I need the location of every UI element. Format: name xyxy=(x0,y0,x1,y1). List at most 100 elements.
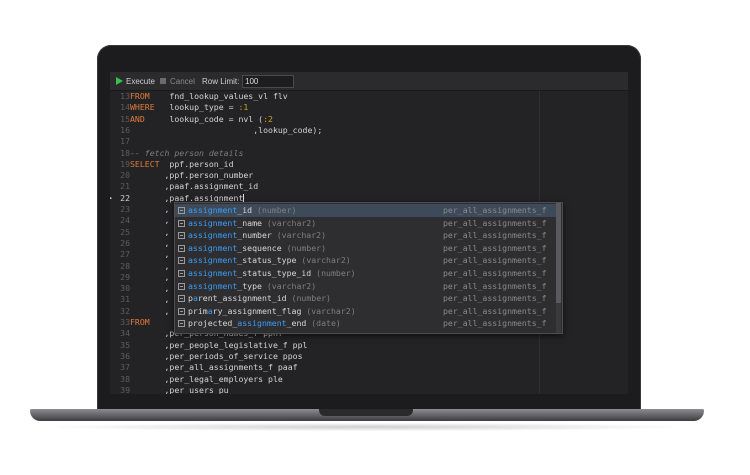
autocomplete-item-table: per_all_assignments_f xyxy=(443,293,547,304)
autocomplete-item[interactable]: assignment_id (number) per_all_assignment… xyxy=(175,204,556,217)
code-text: WHERE lookup_type = :1 xyxy=(130,102,249,113)
column-icon xyxy=(178,219,185,227)
autocomplete-item-table: per_all_assignments_f xyxy=(443,318,547,329)
autocomplete-item-name: assignment_id (number) xyxy=(188,205,297,215)
line-number: 15 xyxy=(120,113,130,124)
line-number: 14 xyxy=(120,102,130,113)
stop-icon[interactable] xyxy=(160,78,166,84)
autocomplete-item-table: per_all_assignments_f xyxy=(443,205,547,215)
code-text: , xyxy=(130,204,170,214)
code-text: ,ppf.person_number xyxy=(130,170,254,181)
autocomplete-item[interactable]: parent_assignment_id (number) per_all_ass… xyxy=(175,292,556,305)
code-text: , xyxy=(130,226,170,237)
line-number: 35 xyxy=(120,339,130,350)
line-number: 33 xyxy=(120,317,130,327)
autocomplete-item-table: per_all_assignments_f xyxy=(443,230,547,241)
autocomplete-item[interactable]: assignment_type (varchar2) per_all_assign… xyxy=(175,280,556,293)
line-number: 13 xyxy=(120,91,130,101)
column-icon xyxy=(178,257,185,265)
autocomplete-item[interactable]: assignment_status_type (varchar2) per_all… xyxy=(175,254,556,267)
line-number: 30 xyxy=(120,283,130,294)
code-text: ,paaf.assignment_id xyxy=(130,181,259,192)
line-number: 38 xyxy=(120,373,130,384)
screen: Execute Cancel Row Limit: 100 13 FROM fnd… xyxy=(110,72,628,394)
autocomplete-item-name: parent_assignment_id (number) xyxy=(188,293,331,304)
autocomplete-item-table: per_all_assignments_f xyxy=(443,255,547,266)
autocomplete-item[interactable]: primary_assignment_flag (varchar2) per_al… xyxy=(175,305,556,318)
line-number: 32 xyxy=(120,305,130,316)
column-icon xyxy=(178,232,185,240)
autocomplete-item-name: assignment_sequence (number) xyxy=(188,242,327,253)
code-text: , xyxy=(130,305,170,316)
autocomplete-item-name: primary_assignment_flag (varchar2) xyxy=(188,305,356,316)
line-number: 37 xyxy=(120,362,130,373)
autocomplete-popup: assignment_id (number) per_all_assignment… xyxy=(174,202,563,334)
code-text: ,per_legal_employers ple xyxy=(130,373,283,384)
line-number: 39 xyxy=(120,384,130,394)
code-text: ,per_users pu xyxy=(130,384,229,394)
line-number: 23 xyxy=(120,204,130,214)
current-line-arrow-icon: ▶ xyxy=(110,193,113,202)
autocomplete-item[interactable]: assignment_number (varchar2) per_all_assi… xyxy=(175,229,556,242)
column-icon xyxy=(178,282,185,290)
column-icon xyxy=(178,307,185,315)
play-icon[interactable] xyxy=(116,77,123,85)
code-text: , xyxy=(130,237,170,248)
code-text: SELECT ppf.person_id xyxy=(130,158,234,169)
code-text: FROM fnd_lookup_values_vl flv xyxy=(130,91,288,101)
autocomplete-item[interactable]: assignment_name (varchar2) per_all_assign… xyxy=(175,217,556,230)
autocomplete-item-name: assignment_status_type_id (number) xyxy=(188,268,356,278)
autocomplete-item-name: assignment_number (varchar2) xyxy=(188,230,327,241)
autocomplete-item-table: per_all_assignments_f xyxy=(443,305,547,316)
column-icon xyxy=(178,270,185,277)
query-toolbar: Execute Cancel Row Limit: 100 xyxy=(110,72,628,91)
line-number: 21 xyxy=(120,181,130,192)
execute-button[interactable]: Execute xyxy=(126,76,155,87)
autocomplete-item-table: per_all_assignments_f xyxy=(443,268,547,278)
code-text: , xyxy=(130,215,170,226)
autocomplete-item[interactable]: projected_assignment_end (date) per_all_a… xyxy=(175,317,556,330)
line-number: 16 xyxy=(120,124,130,135)
code-text: -- fetch person details xyxy=(130,147,244,158)
code-text: , xyxy=(130,294,170,305)
autocomplete-item-name: assignment_name (varchar2) xyxy=(188,217,317,228)
line-number: 28 xyxy=(120,260,130,271)
column-icon xyxy=(178,207,185,214)
autocomplete-item-name: assignment_type (varchar2) xyxy=(188,280,317,291)
code-text: FROM xyxy=(130,317,150,327)
line-number: 31 xyxy=(120,294,130,305)
row-limit-input[interactable]: 100 xyxy=(242,75,294,88)
autocomplete-item-name: assignment_status_type (varchar2) xyxy=(188,255,351,266)
line-number: 22 xyxy=(120,192,130,203)
code-text: AND lookup_code = nvl (:2 xyxy=(130,113,273,124)
column-icon xyxy=(178,295,185,303)
code-text: , xyxy=(130,283,170,294)
laptop-notch xyxy=(319,409,413,416)
row-limit-label: Row Limit: xyxy=(202,77,240,86)
line-number: 27 xyxy=(120,249,130,260)
autocomplete-item[interactable]: assignment_status_type_id (number) per_al… xyxy=(175,267,556,280)
autocomplete-item-name: projected_assignment_end (date) xyxy=(188,318,341,329)
column-icon xyxy=(178,320,185,328)
autocomplete-scrollbar-thumb[interactable] xyxy=(556,203,561,303)
autocomplete-item-table: per_all_assignments_f xyxy=(443,242,547,253)
autocomplete-item-table: per_all_assignments_f xyxy=(443,217,547,228)
line-number: 36 xyxy=(120,350,130,361)
line-number: 17 xyxy=(120,136,130,147)
autocomplete-item[interactable]: assignment_sequence (number) per_all_assi… xyxy=(175,242,556,255)
line-number: 34 xyxy=(120,328,130,339)
line-number: 19 xyxy=(120,158,130,169)
line-number: 29 xyxy=(120,271,130,282)
code-text: , xyxy=(130,249,170,260)
code-text: ,lookup_code); xyxy=(130,124,323,135)
line-number: 20 xyxy=(120,170,130,181)
line-number: 24 xyxy=(120,215,130,226)
code-text: , xyxy=(130,271,170,282)
code-text: ,per_all_assignments_f paaf xyxy=(130,362,298,373)
line-number: 25 xyxy=(120,226,130,237)
line-number: 18 xyxy=(120,147,130,158)
code-text: ,per_people_legislative_f ppl xyxy=(130,339,308,350)
code-text: ,per_periods_of_service ppos xyxy=(130,350,303,361)
cancel-button[interactable]: Cancel xyxy=(170,76,195,87)
column-icon xyxy=(178,244,185,252)
